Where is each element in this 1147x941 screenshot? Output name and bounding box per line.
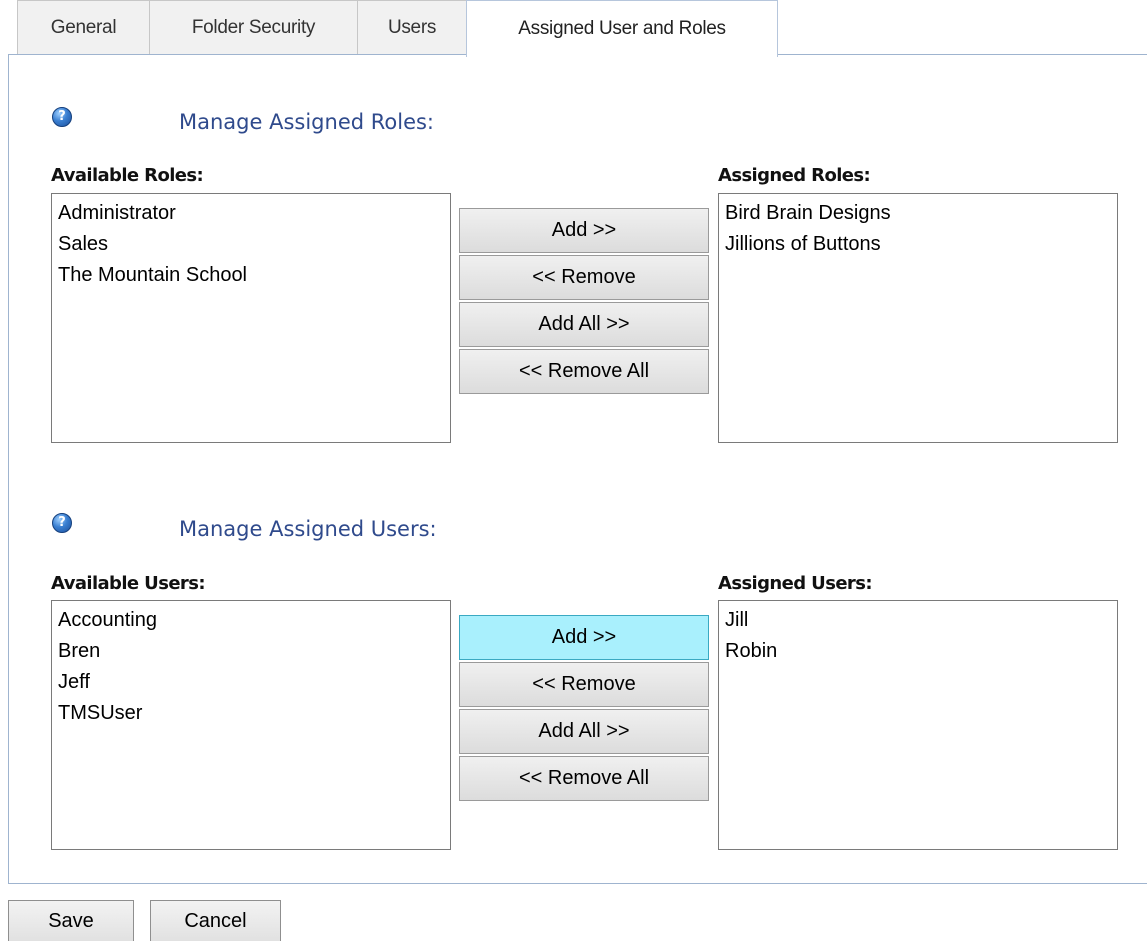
remove-user-button[interactable]: << Remove (459, 662, 709, 707)
list-item[interactable]: Jill (725, 605, 1111, 636)
remove-all-users-button[interactable]: << Remove All (459, 756, 709, 801)
save-button[interactable]: Save (8, 900, 134, 941)
add-all-roles-button[interactable]: Add All >> (459, 302, 709, 347)
page-root: General Folder Security Users Assigned U… (0, 0, 1147, 941)
users-help-icon[interactable]: ? (52, 513, 72, 533)
list-item[interactable]: Administrator (58, 198, 444, 229)
tab-assigned-user-and-roles[interactable]: Assigned User and Roles (466, 0, 778, 57)
list-item[interactable]: Bird Brain Designs (725, 198, 1111, 229)
list-item[interactable]: Robin (725, 636, 1111, 667)
cancel-button[interactable]: Cancel (150, 900, 281, 941)
add-user-button[interactable]: Add >> (459, 615, 709, 660)
tab-folder-security[interactable]: Folder Security (149, 0, 358, 55)
list-item[interactable]: Bren (58, 636, 444, 667)
list-item[interactable]: Jeff (58, 667, 444, 698)
remove-all-roles-button[interactable]: << Remove All (459, 349, 709, 394)
available-users-label: Available Users: (51, 573, 206, 594)
available-users-list[interactable]: Accounting Bren Jeff TMSUser (51, 600, 451, 850)
available-roles-list[interactable]: Administrator Sales The Mountain School (51, 193, 451, 443)
available-roles-label: Available Roles: (51, 165, 204, 186)
users-section-title: Manage Assigned Users: (179, 517, 437, 541)
tab-strip: General Folder Security Users Assigned U… (0, 0, 1147, 57)
list-item[interactable]: TMSUser (58, 698, 444, 729)
remove-role-button[interactable]: << Remove (459, 255, 709, 300)
assigned-users-list[interactable]: Jill Robin (718, 600, 1118, 850)
roles-section-title: Manage Assigned Roles: (179, 110, 435, 134)
roles-help-icon[interactable]: ? (52, 107, 72, 127)
add-all-users-button[interactable]: Add All >> (459, 709, 709, 754)
add-role-button[interactable]: Add >> (459, 208, 709, 253)
list-item[interactable]: The Mountain School (58, 260, 444, 291)
tab-users[interactable]: Users (357, 0, 467, 55)
assigned-roles-label: Assigned Roles: (718, 165, 871, 186)
list-item[interactable]: Jillions of Buttons (725, 229, 1111, 260)
assigned-users-label: Assigned Users: (718, 573, 873, 594)
assigned-roles-list[interactable]: Bird Brain Designs Jillions of Buttons (718, 193, 1118, 443)
tab-panel: ? Manage Assigned Roles: Available Roles… (8, 54, 1147, 884)
list-item[interactable]: Accounting (58, 605, 444, 636)
list-item[interactable]: Sales (58, 229, 444, 260)
tab-general[interactable]: General (17, 0, 150, 55)
